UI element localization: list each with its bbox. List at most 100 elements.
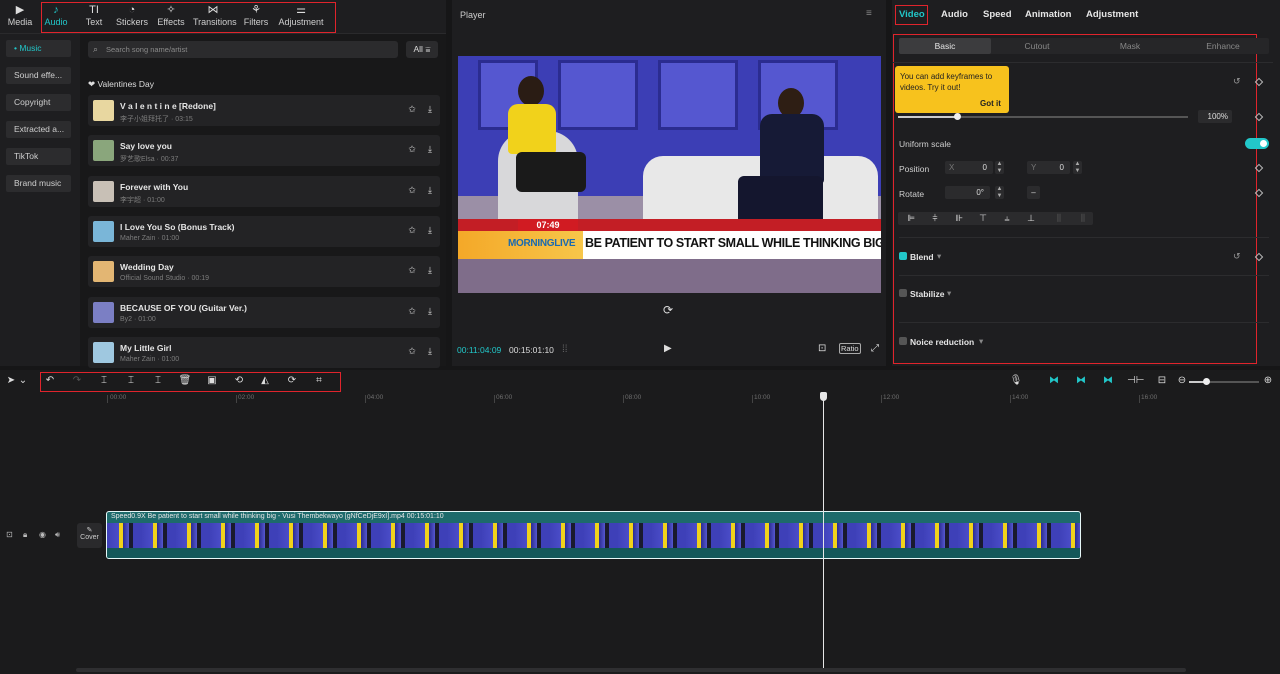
category-tiktok[interactable]: TikTok: [6, 148, 71, 165]
redo-icon[interactable]: ↷: [70, 374, 84, 388]
play-button[interactable]: ▶: [664, 343, 672, 354]
subtab-enhance[interactable]: Enhance: [1177, 38, 1269, 54]
blend-checkbox[interactable]: [899, 252, 907, 260]
rotate-field[interactable]: 0°: [945, 186, 990, 199]
favorite-star-icon[interactable]: ✩: [406, 104, 418, 116]
fit-frame-icon[interactable]: ⊡: [818, 343, 826, 354]
reset-icon[interactable]: ↺: [1233, 251, 1241, 262]
category-copyright[interactable]: Copyright: [6, 94, 71, 111]
delete-right-icon[interactable]: ⌶: [151, 374, 165, 388]
tab-audio-props[interactable]: Audio: [941, 9, 968, 20]
zoom-in-icon[interactable]: ⊕: [1261, 374, 1275, 388]
download-icon[interactable]: ⤓: [424, 306, 436, 318]
favorite-star-icon[interactable]: ✩: [406, 265, 418, 277]
playhead-handle[interactable]: [820, 392, 827, 401]
chevron-down-icon[interactable]: ▾: [947, 288, 951, 299]
chevron-down-icon[interactable]: ▾: [979, 336, 983, 347]
video-preview[interactable]: 07:49 MORNINGLIVE BE PATIENT TO START SM…: [458, 56, 881, 293]
align-right-icon[interactable]: ⊪: [947, 212, 971, 225]
distribute-v-icon[interactable]: ⫼: [1071, 212, 1095, 225]
filter-all-button[interactable]: All ⩸: [406, 41, 438, 58]
timecode-grid-icon[interactable]: ⁞⁞: [562, 344, 568, 355]
distribute-h-icon[interactable]: ⫼: [1047, 212, 1071, 225]
time-ruler[interactable]: [100, 392, 1280, 404]
tab-animation[interactable]: Animation: [1025, 9, 1071, 20]
trash-icon[interactable]: 🗑: [178, 374, 192, 388]
chevron-down-icon[interactable]: ▾: [937, 251, 941, 262]
align-bottom-icon[interactable]: ⊥: [1019, 212, 1043, 225]
scale-slider-handle[interactable]: [954, 113, 961, 120]
tab-text[interactable]: TI Text: [74, 3, 114, 31]
track-video-icon[interactable]: ⊡: [6, 530, 13, 539]
auto-snap-icon[interactable]: ⧓: [1073, 374, 1089, 388]
cover-button[interactable]: ✎ Cover: [77, 523, 102, 548]
song-item[interactable]: I Love You So (Bonus Track) Maher Zain ·…: [88, 216, 440, 247]
download-icon[interactable]: ⤓: [424, 225, 436, 237]
video-clip[interactable]: Speed0.9X Be patient to start small whil…: [106, 511, 1081, 559]
lock-icon[interactable]: 🔒︎: [23, 530, 27, 540]
align-top-icon[interactable]: ⊤: [971, 212, 995, 225]
split-icon[interactable]: ⌶: [97, 374, 111, 388]
favorite-star-icon[interactable]: ✩: [406, 185, 418, 197]
rotate-flip-button[interactable]: –: [1027, 186, 1040, 199]
category-music[interactable]: • Music: [6, 40, 71, 57]
tab-effects[interactable]: ✧ Effects: [151, 3, 191, 31]
menu-icon[interactable]: ≡: [866, 8, 872, 19]
reset-icon[interactable]: ↺: [1233, 76, 1241, 87]
ratio-button[interactable]: Ratio: [839, 343, 861, 354]
position-x-stepper[interactable]: ▲ ▼: [995, 161, 1004, 174]
align-center-v-icon[interactable]: ⫨: [995, 212, 1019, 225]
align-left-icon[interactable]: ⊫: [899, 212, 923, 225]
main-track-magnet-icon[interactable]: ⧓: [1046, 374, 1062, 388]
delete-left-icon[interactable]: ⌶: [124, 374, 138, 388]
category-sound-effects[interactable]: Sound effe...: [6, 67, 71, 84]
uniform-scale-toggle[interactable]: [1245, 138, 1269, 149]
zoom-out-icon[interactable]: ⊖: [1175, 374, 1189, 388]
tab-video[interactable]: Video: [899, 9, 925, 20]
download-icon[interactable]: ⤓: [424, 346, 436, 358]
position-x-field[interactable]: X0: [945, 161, 993, 174]
got-it-button[interactable]: Got it: [980, 99, 1001, 108]
position-y-field[interactable]: Y0: [1027, 161, 1070, 174]
favorite-star-icon[interactable]: ✩: [406, 306, 418, 318]
song-item[interactable]: Wedding Day Official Sound Studio · 00:1…: [88, 256, 440, 287]
scale-value-field[interactable]: 100%: [1198, 110, 1232, 123]
tab-adjustment[interactable]: ⚌ Adjustment: [278, 3, 324, 31]
crop-icon[interactable]: ⌗: [312, 374, 326, 388]
reverse-icon[interactable]: ⟲: [232, 374, 246, 388]
song-item[interactable]: BECAUSE OF YOU (Guitar Ver.) By2 · 01:00…: [88, 297, 440, 328]
stabilize-checkbox[interactable]: [899, 289, 907, 297]
align-center-h-icon[interactable]: ⫩: [923, 212, 947, 225]
song-item[interactable]: My Little Girl Maher Zain · 01:00 ✩ ⤓: [88, 337, 440, 368]
favorite-star-icon[interactable]: ✩: [406, 346, 418, 358]
download-icon[interactable]: ⤓: [424, 144, 436, 156]
category-extracted-audio[interactable]: Extracted a...: [6, 121, 71, 138]
linkage-icon[interactable]: ⧓: [1100, 374, 1116, 388]
subtab-cutout[interactable]: Cutout: [991, 38, 1083, 54]
download-icon[interactable]: ⤓: [424, 185, 436, 197]
fullscreen-icon[interactable]: ⤢: [871, 343, 879, 354]
playhead-line[interactable]: [823, 398, 824, 668]
undo-icon[interactable]: ↶: [43, 374, 57, 388]
volume-icon[interactable]: 🔊︎: [55, 530, 60, 540]
tab-filters[interactable]: ⚘ Filters: [236, 3, 276, 31]
favorite-star-icon[interactable]: ✩: [406, 144, 418, 156]
song-item[interactable]: V a l e n t i n e [Redone] 李子小姐拜托了 · 03:…: [88, 95, 440, 126]
tab-media[interactable]: ▶ Media: [0, 3, 40, 31]
zoom-slider-handle[interactable]: [1203, 378, 1210, 385]
tab-speed[interactable]: Speed: [983, 9, 1012, 20]
rotate-icon[interactable]: ⟳: [285, 374, 299, 388]
tab-transitions[interactable]: ⋈ Transitions: [193, 3, 237, 31]
favorite-star-icon[interactable]: ✩: [406, 225, 418, 237]
tab-stickers[interactable]: ◔ Stickers: [112, 3, 152, 31]
eye-icon[interactable]: ◉: [39, 530, 46, 539]
noise-reduction-checkbox[interactable]: [899, 337, 907, 345]
select-cursor-icon[interactable]: ➤: [4, 374, 18, 388]
tab-audio[interactable]: ♪ Audio: [36, 3, 76, 31]
category-brand-music[interactable]: Brand music: [6, 175, 71, 192]
microphone-icon[interactable]: 🎙: [1009, 374, 1023, 388]
song-item[interactable]: Forever with You 李宇超 · 01:00 ✩ ⤓: [88, 176, 440, 207]
download-icon[interactable]: ⤓: [424, 104, 436, 116]
preview-axis-icon[interactable]: ⊟: [1154, 374, 1170, 388]
split-screen-icon[interactable]: ⊣⊢: [1127, 374, 1144, 388]
